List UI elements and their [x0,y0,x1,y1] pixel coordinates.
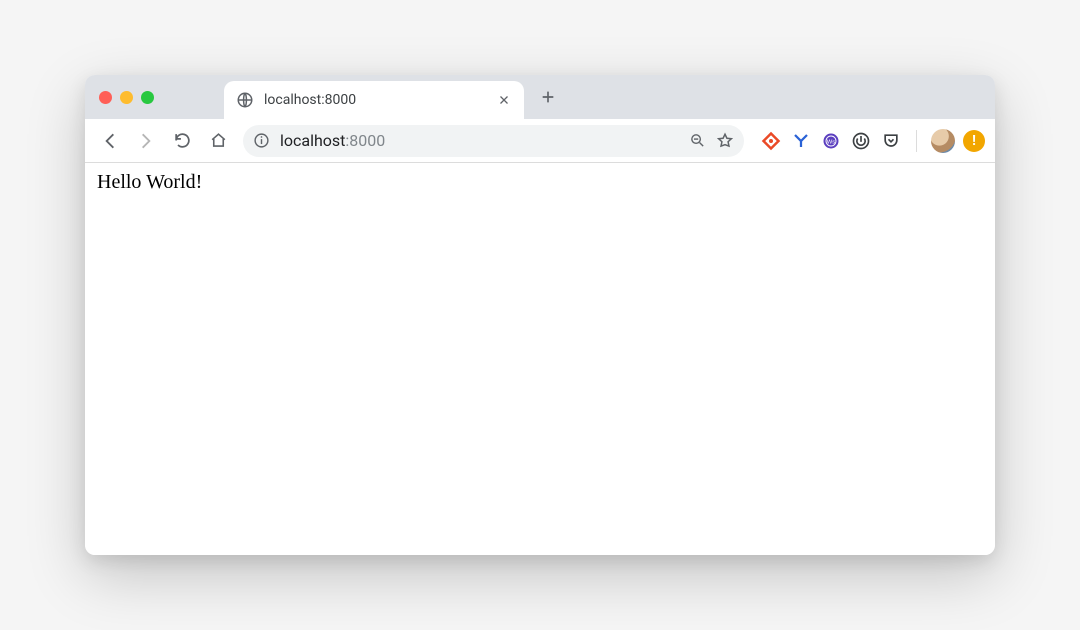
back-button[interactable] [95,126,125,156]
window-controls [99,91,154,104]
new-tab-button[interactable] [534,83,562,111]
home-button[interactable] [203,126,233,156]
browser-window: localhost:8000 [85,75,995,555]
url-text: localhost:8000 [280,131,679,150]
url-host: localhost [280,131,345,150]
tab-title: localhost:8000 [264,92,486,108]
alert-badge-label: ! [972,133,976,149]
tab-strip: localhost:8000 [85,75,995,119]
browser-tab[interactable]: localhost:8000 [224,81,524,119]
page-body-text: Hello World! [97,171,202,193]
bookmark-star-icon[interactable] [716,132,734,150]
reload-button[interactable] [167,126,197,156]
svg-text:Ws: Ws [827,139,836,145]
extension-diamond-icon[interactable] [760,130,782,152]
site-info-icon[interactable] [253,132,270,149]
window-minimize-button[interactable] [120,91,133,104]
pocket-icon[interactable] [880,130,902,152]
window-zoom-button[interactable] [141,91,154,104]
address-bar[interactable]: localhost:8000 [243,125,744,157]
update-alert-badge[interactable]: ! [963,130,985,152]
window-close-button[interactable] [99,91,112,104]
close-tab-button[interactable] [496,92,512,108]
extension-power-icon[interactable] [850,130,872,152]
extension-badge-icon[interactable]: Ws [820,130,842,152]
extensions-row: Ws ! [760,129,985,153]
url-port: :8000 [345,131,385,150]
zoom-icon[interactable] [689,132,706,149]
profile-avatar[interactable] [931,129,955,153]
toolbar: localhost:8000 [85,119,995,163]
globe-icon [236,91,254,109]
forward-button[interactable] [131,126,161,156]
extension-y-icon[interactable] [790,130,812,152]
page-viewport: Hello World! [85,163,995,555]
toolbar-divider [916,130,917,152]
